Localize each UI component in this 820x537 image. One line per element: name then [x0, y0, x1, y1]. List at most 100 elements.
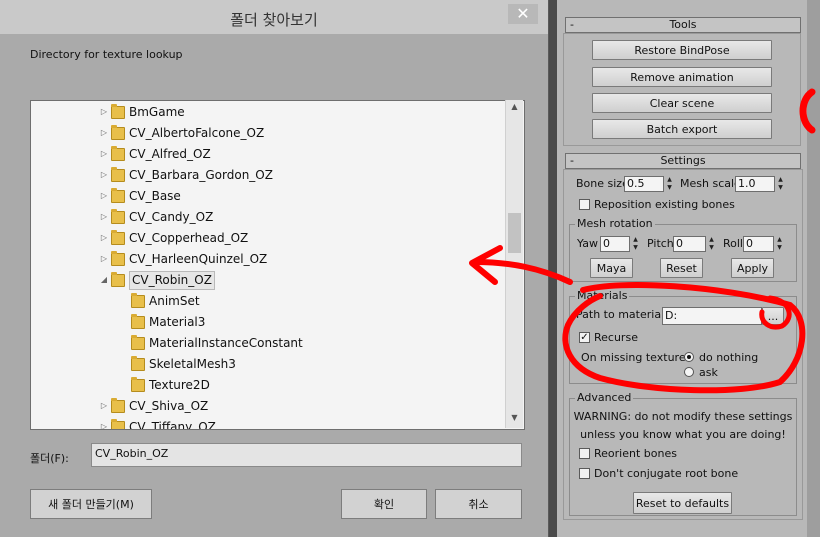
tree-item[interactable]: ▷ CV_Tiffany_OZ [31, 417, 501, 429]
folder-icon [111, 104, 125, 119]
reset-to-defaults-button[interactable]: Reset to defaults [633, 492, 732, 514]
tree-item[interactable]: AnimSet [31, 291, 501, 311]
folder-icon [111, 146, 125, 161]
reorient-bones-checkbox[interactable] [579, 448, 590, 459]
reposition-checkbox[interactable] [579, 199, 590, 210]
cancel-button[interactable]: 취소 [435, 489, 522, 519]
tree-item[interactable]: MaterialInstanceConstant [31, 333, 501, 353]
tree-item[interactable]: ▷ CV_Barbara_Gordon_OZ [31, 165, 501, 185]
tree-item[interactable]: ▷ CV_HarleenQuinzel_OZ [31, 249, 501, 269]
browse-materials-button[interactable]: ... [762, 307, 784, 325]
materials-path-input[interactable]: D:₩Steam₩Tools [662, 307, 762, 325]
roll-input[interactable]: 0 [743, 236, 774, 252]
expander-icon[interactable]: ▷ [99, 228, 109, 248]
apply-rotation-button[interactable]: Apply [731, 258, 774, 278]
restore-bindpose-button[interactable]: Restore BindPose [592, 40, 772, 60]
expander-icon[interactable]: ▷ [99, 417, 109, 429]
tree-item-label: BmGame [129, 105, 185, 119]
browse-folder-dialog: 폴더 찾아보기 ✕ Directory for texture lookup ▷… [0, 0, 549, 537]
ask-radio[interactable] [684, 367, 694, 377]
missing-texture-label: On missing texture: [581, 351, 690, 364]
settings-header-label: Settings [660, 154, 706, 167]
new-folder-button[interactable]: 새 폴더 만들기(M) [30, 489, 152, 519]
folder-icon [131, 293, 145, 308]
scroll-thumb[interactable] [508, 213, 521, 253]
folder-icon [111, 125, 125, 140]
tree-item[interactable]: Material3 [31, 312, 501, 332]
tree-item[interactable]: ▷ CV_AlbertoFalcone_OZ [31, 123, 501, 143]
bone-size-spinner-icon[interactable]: ▲ ▼ [665, 176, 674, 192]
tree-item[interactable]: ▷ CV_Base [31, 186, 501, 206]
roll-label: Roll [723, 237, 743, 250]
expander-icon[interactable]: ▷ [99, 396, 109, 416]
folder-tree[interactable]: ▷ BmGame ▷ CV_AlbertoFalcone_OZ ▷ CV_Alfred_O… [30, 100, 525, 430]
tree-item[interactable]: ▷ CV_Candy_OZ [31, 207, 501, 227]
mesh-scale-spinner-icon[interactable]: ▲ ▼ [776, 176, 785, 192]
tree-item[interactable]: ◢ CV_Robin_OZ [31, 270, 501, 290]
remove-animation-button[interactable]: Remove animation [592, 67, 772, 87]
scroll-up-icon[interactable]: ▲ [506, 102, 523, 111]
mesh-scale-input[interactable]: 1.0 [735, 176, 775, 192]
ok-button[interactable]: 확인 [341, 489, 427, 519]
tree-item[interactable]: ▷ CV_Copperhead_OZ [31, 228, 501, 248]
dialog-titlebar[interactable]: 폴더 찾아보기 ✕ [0, 0, 548, 34]
close-icon[interactable]: ✕ [508, 4, 538, 24]
mesh-scale-label: Mesh scale [680, 177, 741, 190]
tools-rollout-header[interactable]: - Tools [565, 17, 801, 33]
folder-icon [111, 188, 125, 203]
recurse-checkbox[interactable]: ✓ [579, 332, 590, 343]
folder-input[interactable]: CV_Robin_OZ [91, 443, 522, 467]
dialog-description: Directory for texture lookup [30, 48, 183, 61]
bone-size-input[interactable]: 0.5 [624, 176, 664, 192]
expander-icon[interactable]: ▷ [99, 102, 109, 122]
pitch-spinner-icon[interactable]: ▲ ▼ [707, 236, 716, 252]
tree-scrollbar[interactable]: ▲ ▼ [505, 100, 523, 428]
tree-item-label: SkeletalMesh3 [149, 357, 236, 371]
tools-collapse-icon: - [570, 18, 574, 31]
do-nothing-radio[interactable] [684, 352, 694, 362]
tree-item[interactable]: ▷ CV_Alfred_OZ [31, 144, 501, 164]
tree-item-label: CV_Base [129, 189, 181, 203]
folder-icon [111, 230, 125, 245]
settings-collapse-icon: - [570, 154, 574, 167]
expander-icon[interactable]: ▷ [99, 165, 109, 185]
settings-rollout-header[interactable]: - Settings [565, 153, 801, 169]
roll-spinner-icon[interactable]: ▲ ▼ [775, 236, 784, 252]
dialog-title: 폴더 찾아보기 [230, 11, 318, 29]
folder-icon [111, 272, 125, 287]
tree-item-label: CV_Robin_OZ [129, 271, 215, 290]
folder-icon [131, 377, 145, 392]
reset-rotation-button[interactable]: Reset [660, 258, 703, 278]
path-to-materials-label: Path to materials [576, 308, 670, 321]
tree-item[interactable]: Texture2D [31, 375, 501, 395]
tree-item[interactable]: ▷ BmGame [31, 102, 501, 122]
no-conjugate-checkbox[interactable] [579, 468, 590, 479]
reorient-bones-label: Reorient bones [594, 447, 677, 460]
folder-icon [111, 251, 125, 266]
scroll-down-icon[interactable]: ▼ [506, 413, 523, 422]
warning-line-1: WARNING: do not modify these settings [573, 410, 793, 423]
expander-icon[interactable]: ▷ [99, 249, 109, 269]
tree-item[interactable]: SkeletalMesh3 [31, 354, 501, 374]
yaw-spinner-icon[interactable]: ▲ ▼ [631, 236, 640, 252]
folder-icon [131, 335, 145, 350]
expander-icon[interactable]: ▷ [99, 207, 109, 227]
clear-scene-button[interactable]: Clear scene [592, 93, 772, 113]
expander-icon[interactable]: ◢ [99, 270, 109, 290]
warning-line-2: unless you know what you are doing! [580, 428, 786, 441]
pitch-input[interactable]: 0 [673, 236, 706, 252]
advanced-title: Advanced [575, 391, 634, 404]
tree-item[interactable]: ▷ CV_Shiva_OZ [31, 396, 501, 416]
ask-label: ask [699, 366, 718, 379]
tree-item-label: CV_Alfred_OZ [129, 147, 211, 161]
expander-icon[interactable]: ▷ [99, 186, 109, 206]
yaw-input[interactable]: 0 [600, 236, 630, 252]
folder-label: 폴더(F): [30, 452, 69, 465]
tree-item-label: AnimSet [149, 294, 200, 308]
maya-button[interactable]: Maya [590, 258, 633, 278]
yaw-label: Yaw [577, 237, 598, 250]
expander-icon[interactable]: ▷ [99, 123, 109, 143]
expander-icon[interactable]: ▷ [99, 144, 109, 164]
batch-export-button[interactable]: Batch export [592, 119, 772, 139]
tree-item-label: CV_Candy_OZ [129, 210, 214, 224]
